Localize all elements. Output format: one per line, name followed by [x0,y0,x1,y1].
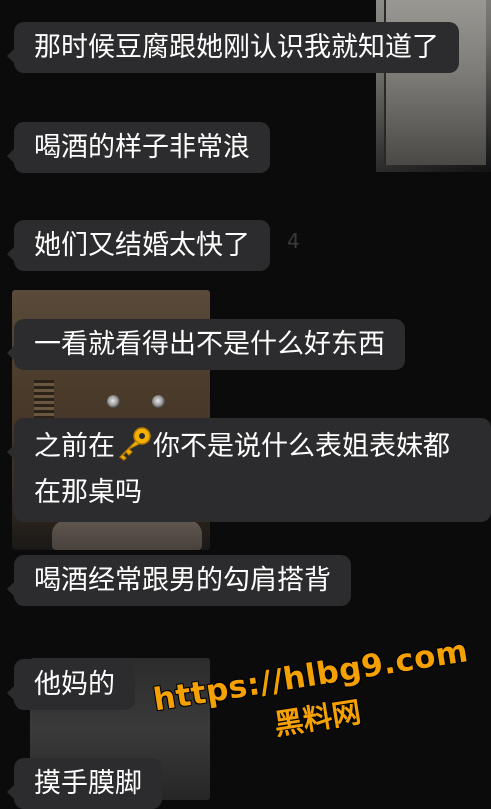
message-bubble[interactable]: 那时候豆腐跟她刚认识我就知道了 [7,22,459,73]
message-text: 一看就看得出不是什么好东西 [34,329,385,360]
message-bubble[interactable]: 喝酒经常跟男的勾肩搭背 [7,555,351,606]
message-bubble[interactable]: 喝酒的样子非常浪 [7,122,270,173]
message-text: 她们又结婚太快了 [34,230,250,261]
message-bubble[interactable]: 一看就看得出不是什么好东西 [7,319,405,370]
message-text: 他妈的 [34,669,115,700]
message-text: 喝酒经常跟男的勾肩搭背 [34,565,331,596]
message-bubble[interactable]: 他妈的 [7,659,135,710]
key-icon [119,427,151,461]
message-text: 喝酒的样子非常浪 [34,132,250,163]
message-text: 那时候豆腐跟她刚认识我就知道了 [34,32,439,63]
watermark: https://hlbg9.com 黑料网 [150,633,479,762]
message-bubble[interactable]: 摸手膜脚 [7,758,162,809]
message-text: 之前在 [34,431,115,462]
background-faint-text: 4 [287,229,300,253]
message-text: 摸手膜脚 [34,768,142,799]
message-bubble[interactable]: 她们又结婚太快了 [7,220,270,271]
message-bubble[interactable]: 之前在 你不是说什么表姐表妹都在那桌吗 [7,418,491,522]
